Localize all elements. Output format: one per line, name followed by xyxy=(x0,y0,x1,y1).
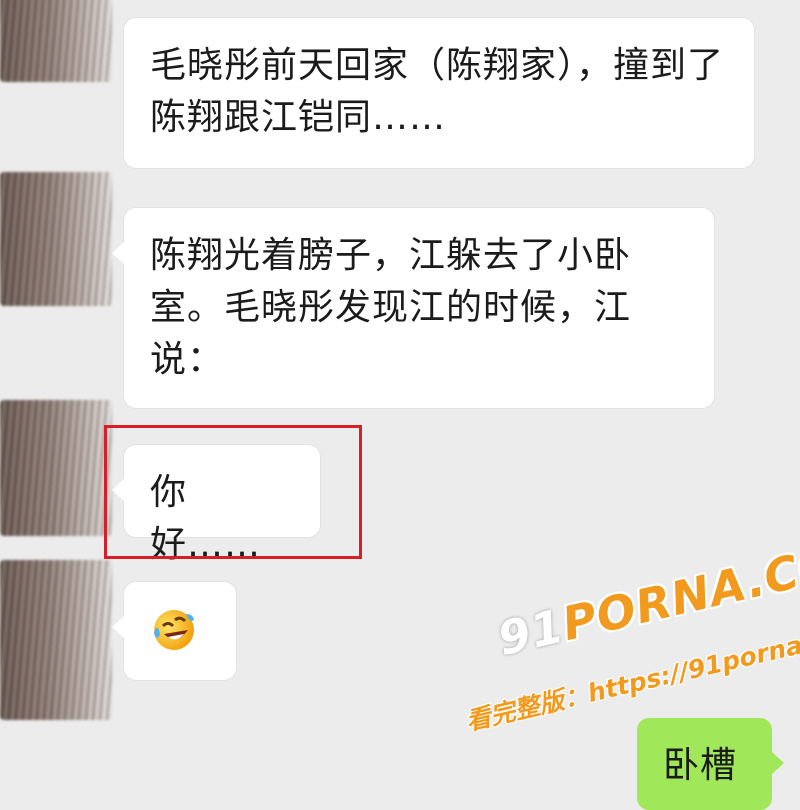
avatar[interactable] xyxy=(0,560,112,720)
highlight-box xyxy=(104,425,362,559)
message-bubble[interactable]: 毛晓彤前天回家（陈翔家），撞到了陈翔跟江铠同…… xyxy=(124,18,754,168)
message-bubble[interactable]: 陈翔光着膀子，江躲去了小卧室。毛晓彤发现江的时候，江说： xyxy=(112,208,714,408)
avatar[interactable] xyxy=(0,0,112,82)
avatar[interactable] xyxy=(0,400,112,536)
avatar[interactable] xyxy=(0,172,112,306)
crying-laughing-emoji-icon xyxy=(154,610,194,650)
message-text: 卧槽 xyxy=(663,745,738,786)
chat-area: 毛晓彤前天回家（陈翔家），撞到了陈翔跟江铠同…… 陈翔光着膀子，江躲去了小卧室。… xyxy=(0,0,800,810)
message-text: 陈翔光着膀子，江躲去了小卧室。毛晓彤发现江的时候，江说： xyxy=(150,235,632,380)
message-text: 毛晓彤前天回家（陈翔家），撞到了陈翔跟江铠同…… xyxy=(150,45,725,138)
outgoing-message-bubble[interactable]: 卧槽 xyxy=(637,718,784,810)
